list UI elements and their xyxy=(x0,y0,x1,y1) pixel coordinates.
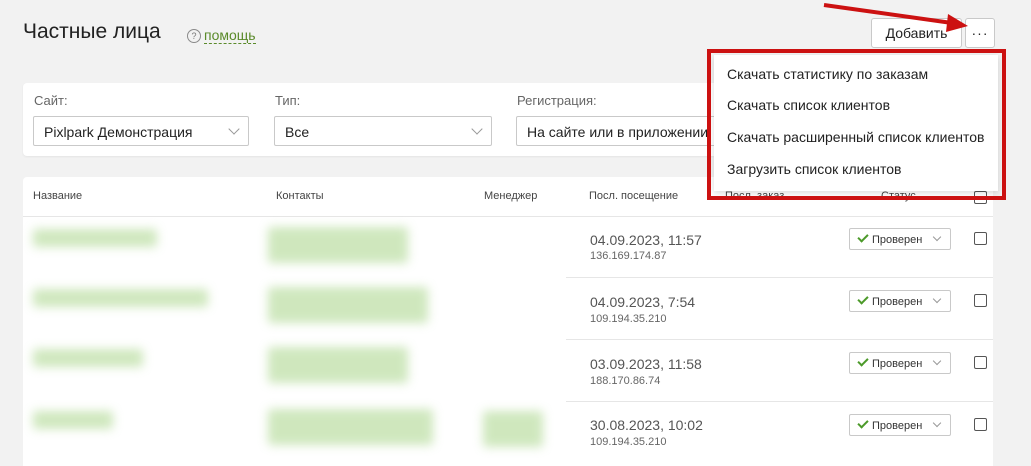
red-arrow-annotation xyxy=(823,3,968,32)
